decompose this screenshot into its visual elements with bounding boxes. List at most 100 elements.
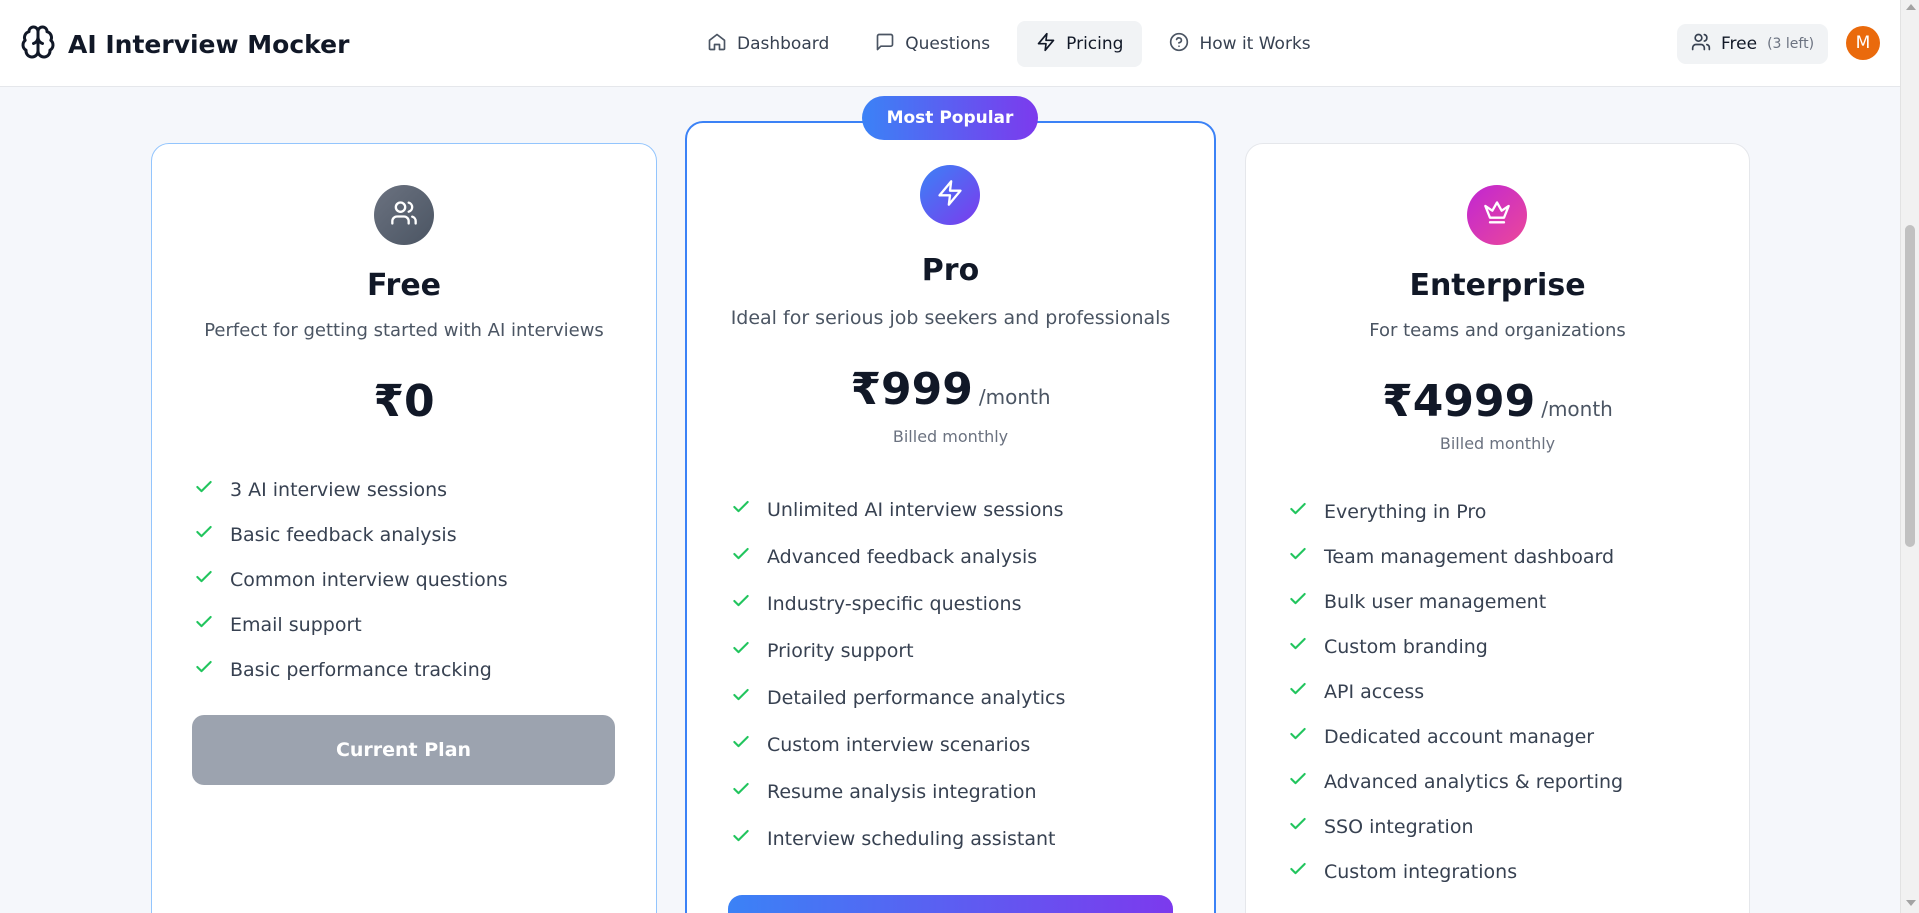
check-icon	[731, 638, 751, 663]
upgrade-pro-button[interactable]	[728, 895, 1173, 913]
nav-dashboard-label: Dashboard	[737, 34, 830, 54]
plan-icon-pro	[920, 165, 980, 225]
home-icon	[707, 32, 727, 57]
plan-status-label: Free	[1721, 34, 1758, 54]
plan-card-free: Free Perfect for getting started with AI…	[151, 143, 657, 913]
top-navbar: AI Interview Mocker Dashboard Questions …	[0, 0, 1900, 87]
feature-item: Advanced feedback analysis	[731, 533, 1065, 580]
feature-item: Common interview questions	[194, 557, 508, 602]
nav-dashboard[interactable]: Dashboard	[688, 21, 848, 67]
message-square-icon	[875, 32, 895, 57]
current-plan-button[interactable]: Current Plan	[192, 715, 615, 785]
price-row: ₹4999 /month	[1246, 376, 1749, 427]
price-row: ₹0	[152, 376, 656, 427]
check-icon	[731, 685, 751, 710]
brain-icon	[20, 24, 56, 64]
nav-pricing-label: Pricing	[1066, 34, 1124, 54]
most-popular-badge: Most Popular	[862, 96, 1038, 140]
check-icon	[194, 657, 214, 682]
check-icon	[731, 826, 751, 851]
app-title: AI Interview Mocker	[68, 29, 350, 59]
help-circle-icon	[1169, 32, 1189, 57]
feature-item: Unlimited AI interview sessions	[731, 486, 1065, 533]
nav-questions[interactable]: Questions	[856, 21, 1009, 67]
check-icon	[731, 544, 751, 569]
check-icon	[731, 732, 751, 757]
scroll-thumb[interactable]	[1905, 225, 1915, 547]
plan-period: /month	[978, 385, 1051, 409]
feature-item: Team management dashboard	[1288, 534, 1623, 579]
nav-how-it-works-label: How it Works	[1199, 34, 1311, 54]
page-scrollbar[interactable]	[1900, 0, 1919, 913]
feature-item: Email support	[194, 602, 508, 647]
feature-list: Everything in Pro Team management dashbo…	[1288, 489, 1623, 894]
nav-questions-label: Questions	[905, 34, 991, 54]
check-icon	[194, 612, 214, 637]
app-logo[interactable]: AI Interview Mocker	[20, 24, 349, 64]
billing-note: Billed monthly	[892, 427, 1009, 446]
plan-description: For teams and organizations	[1369, 320, 1626, 341]
plan-name: Pro	[921, 253, 980, 288]
nav-how-it-works[interactable]: How it Works	[1150, 21, 1329, 67]
feature-item: Basic feedback analysis	[194, 512, 508, 557]
plan-name: Enterprise	[1409, 268, 1586, 303]
check-icon	[731, 779, 751, 804]
plan-description: Perfect for getting started with AI inte…	[204, 320, 604, 341]
feature-item: API access	[1288, 669, 1623, 714]
scroll-down-arrow[interactable]	[1906, 900, 1916, 906]
check-icon	[1288, 544, 1308, 569]
check-icon	[731, 497, 751, 522]
feature-item: Industry-specific questions	[731, 580, 1065, 627]
zap-icon	[936, 179, 964, 211]
check-icon	[1288, 724, 1308, 749]
feature-item: Advanced analytics & reporting	[1288, 759, 1623, 804]
plan-card-pro: Pro Ideal for serious job seekers and pr…	[685, 121, 1216, 913]
feature-item: Basic performance tracking	[194, 647, 508, 692]
feature-list: Unlimited AI interview sessions Advanced…	[731, 486, 1065, 862]
feature-item: Custom branding	[1288, 624, 1623, 669]
plan-status-chip[interactable]: Free (3 left)	[1677, 24, 1829, 64]
check-icon	[194, 522, 214, 547]
scroll-up-arrow[interactable]	[1906, 4, 1916, 10]
plan-price: ₹999	[850, 364, 973, 415]
feature-item: Custom integrations	[1288, 849, 1623, 894]
feature-item: Detailed performance analytics	[731, 674, 1065, 721]
feature-item: Interview scheduling assistant	[731, 815, 1065, 862]
feature-item: Dedicated account manager	[1288, 714, 1623, 759]
check-icon	[1288, 859, 1308, 884]
check-icon	[731, 591, 751, 616]
feature-item: Bulk user management	[1288, 579, 1623, 624]
crown-icon	[1483, 199, 1511, 231]
check-icon	[1288, 679, 1308, 704]
plan-icon-free	[374, 185, 434, 245]
feature-item: Resume analysis integration	[731, 768, 1065, 815]
plan-card-enterprise: Enterprise For teams and organizations ₹…	[1245, 143, 1750, 913]
plan-description: Ideal for serious job seekers and profes…	[730, 307, 1171, 329]
main-nav: Dashboard Questions Pricing How it Works	[688, 21, 1330, 67]
zap-icon	[1036, 32, 1056, 57]
nav-pricing[interactable]: Pricing	[1017, 21, 1143, 67]
check-icon	[1288, 769, 1308, 794]
check-icon	[1288, 499, 1308, 524]
check-icon	[194, 567, 214, 592]
plan-period: /month	[1541, 397, 1613, 421]
check-icon	[194, 477, 214, 502]
feature-item: Everything in Pro	[1288, 489, 1623, 534]
price-row: ₹999 /month	[687, 364, 1214, 415]
check-icon	[1288, 634, 1308, 659]
users-icon	[390, 199, 418, 231]
plan-price: ₹0	[373, 376, 435, 427]
avatar[interactable]: M	[1846, 26, 1880, 60]
feature-item: Priority support	[731, 627, 1065, 674]
sessions-left: (3 left)	[1767, 36, 1815, 52]
feature-list: 3 AI interview sessions Basic feedback a…	[194, 467, 508, 692]
plan-name: Free	[366, 268, 442, 303]
plan-icon-enterprise	[1467, 185, 1527, 245]
users-icon	[1691, 32, 1711, 57]
feature-item: Custom interview scenarios	[731, 721, 1065, 768]
feature-item: SSO integration	[1288, 804, 1623, 849]
billing-note: Billed monthly	[1439, 434, 1556, 453]
check-icon	[1288, 589, 1308, 614]
check-icon	[1288, 814, 1308, 839]
feature-item: 3 AI interview sessions	[194, 467, 508, 512]
